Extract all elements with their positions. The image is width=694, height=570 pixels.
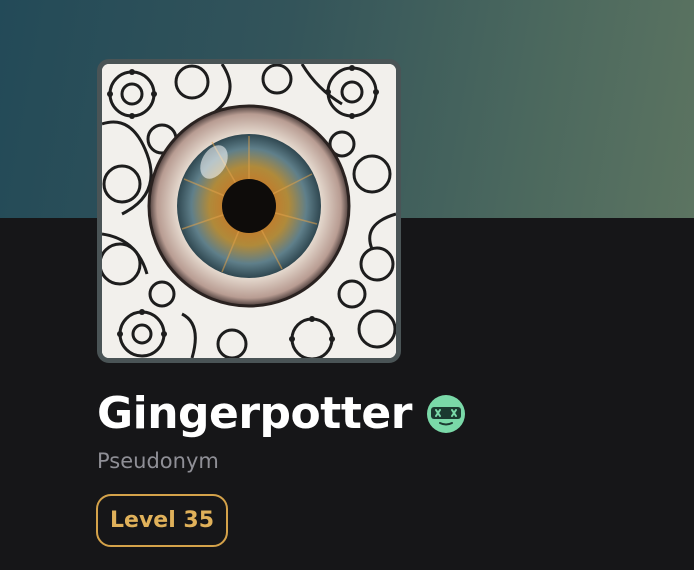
level-badge[interactable]: Level 35 (96, 494, 229, 547)
profile-avatar[interactable] (97, 59, 401, 363)
username-row: Gingerpotter (97, 386, 466, 442)
gamer-face-icon[interactable] (426, 394, 466, 434)
avatar-eye-image (102, 64, 396, 358)
pseudonym-label: Pseudonym (97, 449, 219, 473)
username: Gingerpotter (97, 388, 412, 439)
